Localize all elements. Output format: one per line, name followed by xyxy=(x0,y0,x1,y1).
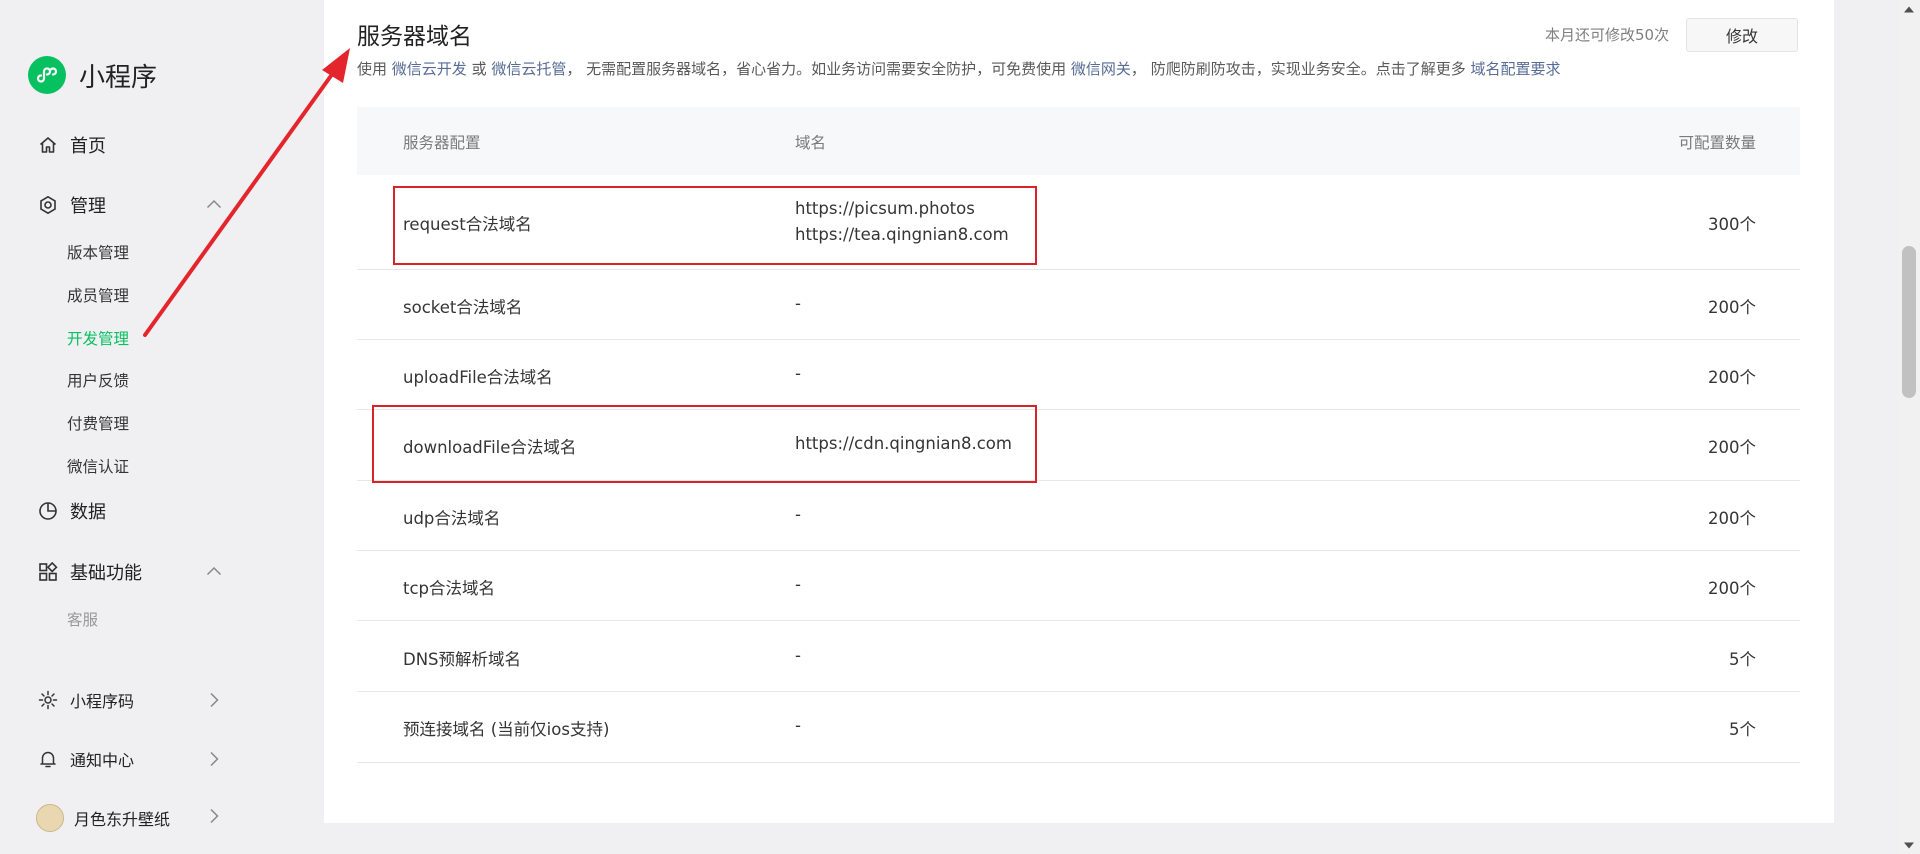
scroll-up-icon[interactable] xyxy=(1898,0,1920,18)
scroll-down-icon[interactable] xyxy=(1898,836,1920,854)
annotation-arrow xyxy=(143,48,350,337)
scrollbar-thumb[interactable] xyxy=(1902,246,1916,398)
vertical-scrollbar[interactable] xyxy=(1898,0,1920,854)
